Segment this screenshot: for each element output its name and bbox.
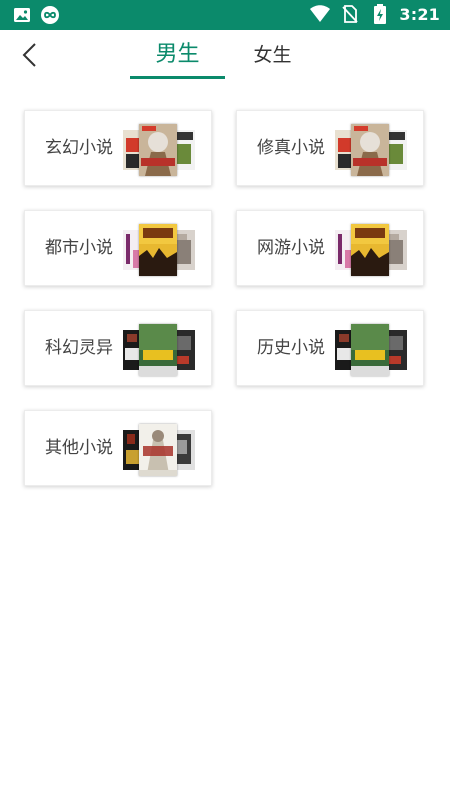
category-label: 其他小说 bbox=[45, 438, 113, 458]
book-cover bbox=[351, 324, 389, 376]
image-icon bbox=[12, 5, 32, 25]
book-covers bbox=[123, 224, 195, 276]
category-card-lishi[interactable]: 历史小说 bbox=[236, 310, 424, 386]
category-card-dushi[interactable]: 都市小说 bbox=[24, 210, 212, 286]
book-cover bbox=[139, 424, 177, 476]
tab-female[interactable]: 女生 bbox=[245, 40, 300, 70]
category-label: 都市小说 bbox=[45, 238, 113, 258]
category-card-xuanhuan[interactable]: 玄幻小说 bbox=[24, 110, 212, 186]
book-covers bbox=[123, 124, 195, 176]
category-label: 网游小说 bbox=[257, 238, 325, 258]
category-card-wangyou[interactable]: 网游小说 bbox=[236, 210, 424, 286]
book-covers bbox=[335, 124, 407, 176]
no-sim-icon bbox=[341, 4, 361, 24]
book-covers bbox=[123, 324, 195, 376]
back-button[interactable] bbox=[18, 42, 44, 68]
book-cover bbox=[351, 224, 389, 276]
book-covers bbox=[335, 324, 407, 376]
category-card-qita[interactable]: 其他小说 bbox=[24, 410, 212, 486]
header: 男生 女生 bbox=[0, 30, 450, 80]
gender-tabs: 男生 女生 bbox=[130, 30, 330, 80]
book-cover bbox=[139, 324, 177, 376]
category-label: 玄幻小说 bbox=[45, 138, 113, 158]
category-card-xiuzhen[interactable]: 修真小说 bbox=[236, 110, 424, 186]
book-cover bbox=[139, 224, 177, 276]
category-label: 科幻灵异 bbox=[45, 338, 113, 358]
chevron-left-icon bbox=[22, 43, 36, 67]
status-bar: 3:21 bbox=[0, 0, 450, 30]
active-tab-indicator bbox=[130, 76, 225, 79]
category-label: 修真小说 bbox=[257, 138, 325, 158]
wifi-icon bbox=[309, 4, 331, 24]
category-label: 历史小说 bbox=[257, 338, 325, 358]
infinity-app-icon bbox=[40, 5, 60, 25]
book-covers bbox=[123, 424, 195, 476]
book-covers bbox=[335, 224, 407, 276]
status-time: 3:21 bbox=[399, 4, 440, 24]
book-cover bbox=[139, 124, 177, 176]
category-card-kehuan[interactable]: 科幻灵异 bbox=[24, 310, 212, 386]
tab-male[interactable]: 男生 bbox=[130, 40, 225, 70]
battery-charging-icon bbox=[373, 4, 387, 24]
book-cover bbox=[351, 124, 389, 176]
